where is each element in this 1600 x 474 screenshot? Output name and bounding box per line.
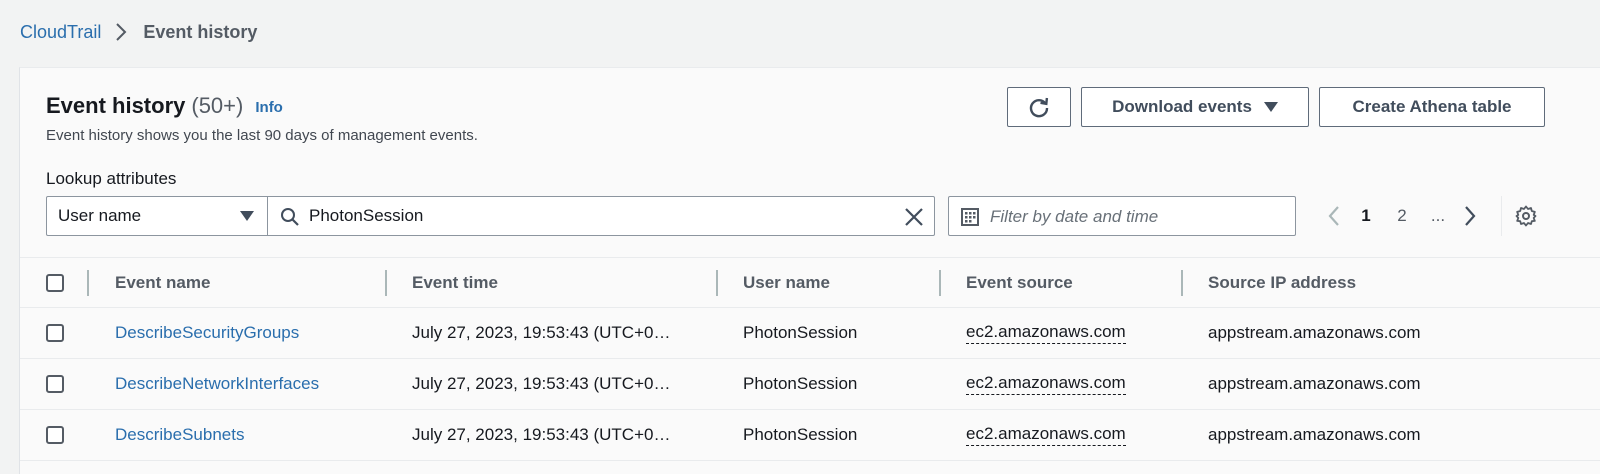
event-source-text: ec2.amazonaws.com [966, 322, 1126, 344]
table-row: DescribeSecurityGroups July 27, 2023, 19… [20, 308, 1600, 359]
lookup-attribute-select[interactable]: User name [46, 196, 268, 236]
lookup-attributes-label: Lookup attributes [46, 169, 177, 188]
info-link[interactable]: Info [255, 99, 283, 116]
column-resizer[interactable] [716, 270, 718, 296]
calendar-icon [960, 207, 980, 227]
chevron-left-icon[interactable] [1320, 205, 1348, 227]
download-events-label: Download events [1112, 97, 1252, 116]
user-name: PhotonSession [743, 425, 858, 444]
row-checkbox[interactable] [46, 426, 64, 444]
date-filter-input[interactable]: Filter by date and time [948, 196, 1296, 236]
event-name-link[interactable]: DescribeNetworkInterfaces [115, 359, 319, 409]
user-name: PhotonSession [743, 374, 858, 393]
event-count: (50+) [191, 93, 244, 118]
close-icon[interactable] [904, 207, 924, 227]
column-resizer[interactable] [385, 270, 387, 296]
page-title: Event history (50+) Info [46, 93, 283, 119]
breadcrumb: CloudTrail Event history [20, 20, 257, 44]
caret-down-icon [240, 210, 254, 222]
page-ellipsis: ... [1430, 206, 1446, 225]
breadcrumb-current: Event history [143, 21, 258, 42]
event-time: July 27, 2023, 19:53:43 (UTC+0… [412, 323, 671, 342]
table-row: DescribeNetworkInterfaces July 27, 2023,… [20, 359, 1600, 410]
download-events-button[interactable]: Download events [1081, 87, 1309, 127]
source-ip: appstream.amazonaws.com [1208, 374, 1421, 393]
date-filter-placeholder: Filter by date and time [990, 207, 1159, 226]
search-icon [280, 207, 300, 227]
event-source-text: ec2.amazonaws.com [966, 373, 1126, 395]
select-all-checkbox[interactable] [46, 274, 64, 292]
column-header-event-time[interactable]: Event time [412, 258, 498, 308]
column-resizer[interactable] [87, 270, 89, 296]
refresh-icon [1028, 96, 1050, 118]
page-description: Event history shows you the last 90 days… [46, 127, 478, 144]
column-header-source-ip[interactable]: Source IP address [1208, 258, 1356, 308]
table-header: Event name Event time User name Event so… [20, 258, 1600, 308]
table-row: DescribeSubnets July 27, 2023, 19:53:43 … [20, 410, 1600, 461]
event-source[interactable]: ec2.amazonaws.com [966, 410, 1126, 460]
column-header-event-name[interactable]: Event name [115, 258, 210, 308]
event-source[interactable]: ec2.amazonaws.com [966, 359, 1126, 409]
search-input[interactable]: PhotonSession [309, 206, 423, 226]
row-checkbox[interactable] [46, 375, 64, 393]
breadcrumb-cloudtrail-link[interactable]: CloudTrail [20, 22, 101, 43]
event-source-text: ec2.amazonaws.com [966, 424, 1126, 446]
event-time: July 27, 2023, 19:53:43 (UTC+0… [412, 374, 671, 393]
chevron-right-icon[interactable] [1456, 205, 1484, 227]
column-header-user-name[interactable]: User name [743, 258, 830, 308]
row-checkbox[interactable] [46, 324, 64, 342]
caret-down-icon [1263, 101, 1278, 113]
lookup-attribute-value: User name [58, 206, 142, 225]
refresh-button[interactable] [1007, 87, 1071, 127]
create-athena-table-label: Create Athena table [1352, 97, 1512, 116]
source-ip: appstream.amazonaws.com [1208, 323, 1421, 342]
pagination: 1 2 ... [1320, 196, 1484, 236]
page-title-text: Event history [46, 93, 186, 118]
event-name-link[interactable]: DescribeSubnets [115, 410, 244, 460]
event-source[interactable]: ec2.amazonaws.com [966, 308, 1126, 358]
column-resizer[interactable] [1181, 270, 1183, 296]
create-athena-table-button[interactable]: Create Athena table [1319, 87, 1545, 127]
event-name-link[interactable]: DescribeSecurityGroups [115, 308, 299, 358]
page-2-button[interactable]: 2 [1384, 206, 1420, 226]
column-resizer[interactable] [939, 270, 941, 296]
user-name: PhotonSession [743, 323, 858, 342]
event-time: July 27, 2023, 19:53:43 (UTC+0… [412, 425, 671, 444]
pagination-divider [1501, 196, 1502, 236]
source-ip: appstream.amazonaws.com [1208, 425, 1421, 444]
page-1-button[interactable]: 1 [1348, 206, 1384, 226]
gear-icon[interactable] [1515, 205, 1537, 227]
chevron-right-icon [115, 20, 131, 44]
event-history-panel: Event history (50+) Info Event history s… [19, 67, 1600, 474]
lookup-value-search[interactable]: PhotonSession [267, 196, 935, 236]
column-header-event-source[interactable]: Event source [966, 258, 1073, 308]
